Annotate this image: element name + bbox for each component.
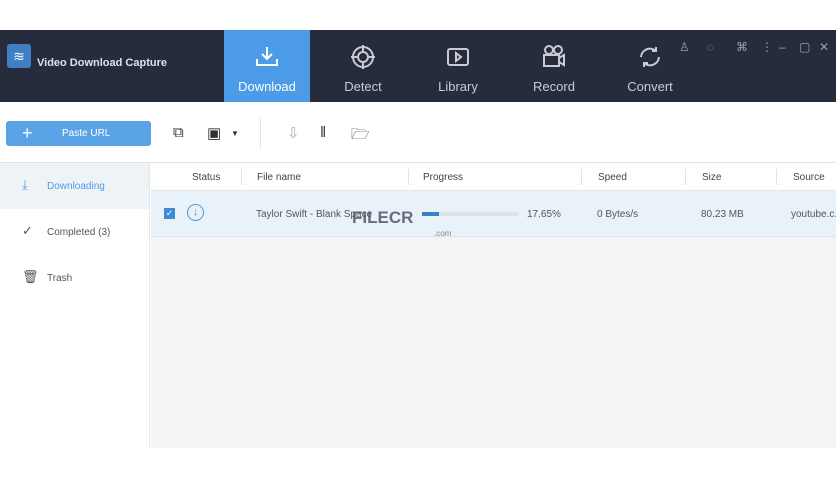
header-source[interactable]: Source [793, 172, 825, 183]
app-logo-icon: ≋ [7, 44, 31, 68]
tab-record[interactable]: Record [511, 30, 597, 102]
trash-icon: 🗑 [22, 269, 39, 284]
header-status[interactable]: Status [192, 172, 220, 183]
minimize-icon[interactable]: – [779, 40, 786, 54]
size: 80.23 MB [701, 209, 744, 220]
pause-icon[interactable]: ‖ [320, 124, 326, 141]
close-icon[interactable]: ✕ [819, 40, 829, 54]
convert-icon [640, 47, 660, 67]
progress-text: 17.65% [527, 209, 561, 220]
header-size[interactable]: Size [702, 172, 721, 183]
chat-icon[interactable]: ◌ [707, 40, 714, 54]
row-checkbox[interactable]: ✓ [164, 208, 175, 219]
folder-icon[interactable]: 🗁 [351, 124, 370, 149]
tab-library[interactable]: Library [415, 30, 501, 102]
table-header: Status File name Progress Speed Size Sou… [151, 163, 836, 191]
table-row[interactable]: ✓ ↓ Taylor Swift - Blank Space 17.65% 0 … [151, 191, 836, 237]
progress-bar [422, 212, 519, 216]
batch-download-icon[interactable]: ⧉ [173, 124, 184, 141]
plus-icon: + [22, 123, 33, 143]
paste-url-button[interactable]: + Paste URL [6, 121, 151, 146]
more-icon[interactable]: ⋮ [761, 40, 773, 54]
sidebar-item-downloading[interactable]: ⤓ Downloading [0, 163, 149, 209]
target-icon [351, 45, 375, 69]
tab-label: Record [533, 79, 575, 94]
watermark-logo: FILECR [352, 208, 414, 227]
check-icon: ✓ [22, 223, 33, 238]
download-icon: ⤓ [22, 177, 28, 192]
chevron-down-icon[interactable]: ▼ [231, 129, 239, 138]
command-icon[interactable]: ⌘ [736, 40, 748, 54]
sidebar-item-completed[interactable]: ✓ Completed (3) [0, 209, 149, 255]
sidebar-item-label: Trash [47, 273, 73, 284]
watermark-sub: .com [434, 229, 452, 238]
top-bar: ≋ Video Download Capture Download Detect… [0, 30, 836, 102]
toolbar: + Paste URL ⧉ ▣ ▼ ⇩ ‖ 🗁 [0, 102, 836, 163]
tab-label: Detect [344, 79, 382, 94]
download-icon [256, 47, 278, 66]
paste-url-label: Paste URL [62, 128, 111, 139]
sidebar-item-label: Completed (3) [47, 227, 111, 238]
sidebar-item-trash[interactable]: 🗑 Trash [0, 255, 149, 301]
speed: 0 Bytes/s [597, 209, 639, 220]
library-icon [447, 48, 469, 66]
header-progress[interactable]: Progress [423, 172, 463, 183]
video-file-icon[interactable]: ▣ [207, 124, 221, 142]
tab-download[interactable]: Download [224, 30, 310, 102]
sidebar-item-label: Downloading [47, 181, 105, 192]
header-speed[interactable]: Speed [598, 172, 627, 183]
sidebar: ⤓ Downloading ✓ Completed (3) 🗑 Trash [0, 163, 150, 448]
app-title: Video Download Capture [37, 57, 167, 69]
divider [260, 117, 261, 149]
source: youtube.c... [791, 209, 836, 220]
header-file-name[interactable]: File name [257, 172, 301, 183]
tab-detect[interactable]: Detect [320, 30, 406, 102]
app-window: ≋ Video Download Capture Download Detect… [0, 30, 836, 448]
maximize-icon[interactable]: ▢ [799, 40, 810, 54]
downloading-status-icon: ↓ [187, 204, 204, 221]
tab-label: Library [438, 79, 478, 94]
camera-icon [543, 45, 565, 67]
tab-label: Convert [627, 79, 673, 94]
tab-label: Download [238, 79, 296, 94]
progress-fill [422, 212, 440, 216]
resume-icon[interactable]: ⇩ [287, 124, 300, 142]
user-icon[interactable]: ♙ [679, 40, 690, 54]
download-list: Status File name Progress Speed Size Sou… [151, 163, 836, 448]
